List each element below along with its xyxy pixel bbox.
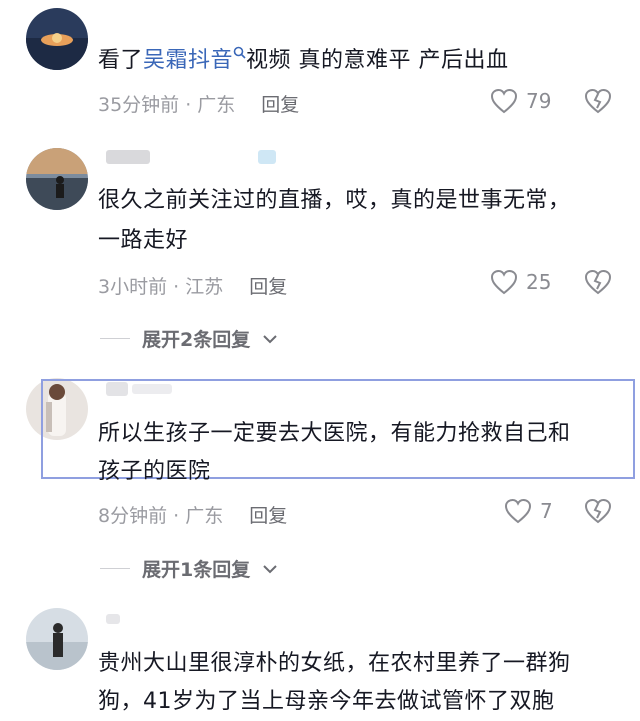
comment-time-location: 35分钟前 · 广东 [98,94,236,116]
comment-time-location: 3小时前 · 江苏 [98,276,224,298]
like-count: 79 [526,89,552,113]
comment-text-suffix: 视频 真的意难平 产后出血 [246,48,509,73]
comment-line: 孩子的医院 [98,459,211,484]
expand-replies-button[interactable]: 展开1条回复 [100,555,278,582]
search-icon [233,46,246,59]
expand-replies-button[interactable]: 展开2条回复 [100,325,278,352]
comment-line: 一路走好 [98,228,189,253]
like-count: 7 [540,499,553,523]
comment-meta: 3小时前 · 江苏 回复 [98,272,287,299]
heart-outline-icon [490,269,518,295]
comment-text: 所以生孩子一定要去大医院，有能力抢救自己和 孩子的医院 [98,417,571,489]
comment-text: 很久之前关注过的直播，哎，真的是世事无常， 一路走好 [98,184,571,258]
comment-text: 看了吴霜抖音 视频 真的意难平 产后出血 [98,44,509,78]
reply-button[interactable]: 回复 [249,276,287,298]
heart-outline-icon [490,88,518,114]
expand-replies-label: 展开1条回复 [142,559,251,581]
reply-button[interactable]: 回复 [249,505,287,527]
username-redacted [106,150,150,164]
like-button[interactable]: 25 [490,269,551,295]
comment-line: 所以生孩子一定要去大医院，有能力抢救自己和 [98,421,571,446]
avatar[interactable] [26,608,88,670]
comment-line: 狗，41岁为了当上母亲今年去做试管怀了双胞 [98,689,555,714]
broken-heart-icon[interactable] [584,269,612,295]
avatar[interactable] [26,148,88,210]
comment-line: 很久之前关注过的直播，哎，真的是世事无常， [98,188,571,213]
broken-heart-icon[interactable] [584,498,612,524]
avatar[interactable] [26,8,88,70]
comment-time-location: 8分钟前 · 广东 [98,505,224,527]
like-button[interactable]: 79 [490,88,551,114]
expand-replies-label: 展开2条回复 [142,329,251,351]
like-button[interactable]: 7 [504,498,553,524]
topic-link[interactable]: 吴霜抖音 [143,48,233,73]
username-redacted [258,150,276,164]
chevron-down-icon [263,564,277,573]
chevron-down-icon [263,334,277,343]
username-redacted [106,614,120,624]
divider [100,568,130,569]
comment-text-prefix: 看了 [98,48,144,73]
comment-line: 贵州大山里很淳朴的女纸，在农村里养了一群狗 [98,651,571,676]
heart-outline-icon [504,498,532,524]
like-count: 25 [526,270,552,294]
reply-button[interactable]: 回复 [261,94,299,116]
comment-meta: 8分钟前 · 广东 回复 [98,501,287,528]
comment-meta: 35分钟前 · 广东 回复 [98,90,299,117]
comment-text: 贵州大山里很淳朴的女纸，在农村里养了一群狗 狗，41岁为了当上母亲今年去做试管怀… [98,647,571,719]
broken-heart-icon[interactable] [584,88,612,114]
divider [100,338,130,339]
